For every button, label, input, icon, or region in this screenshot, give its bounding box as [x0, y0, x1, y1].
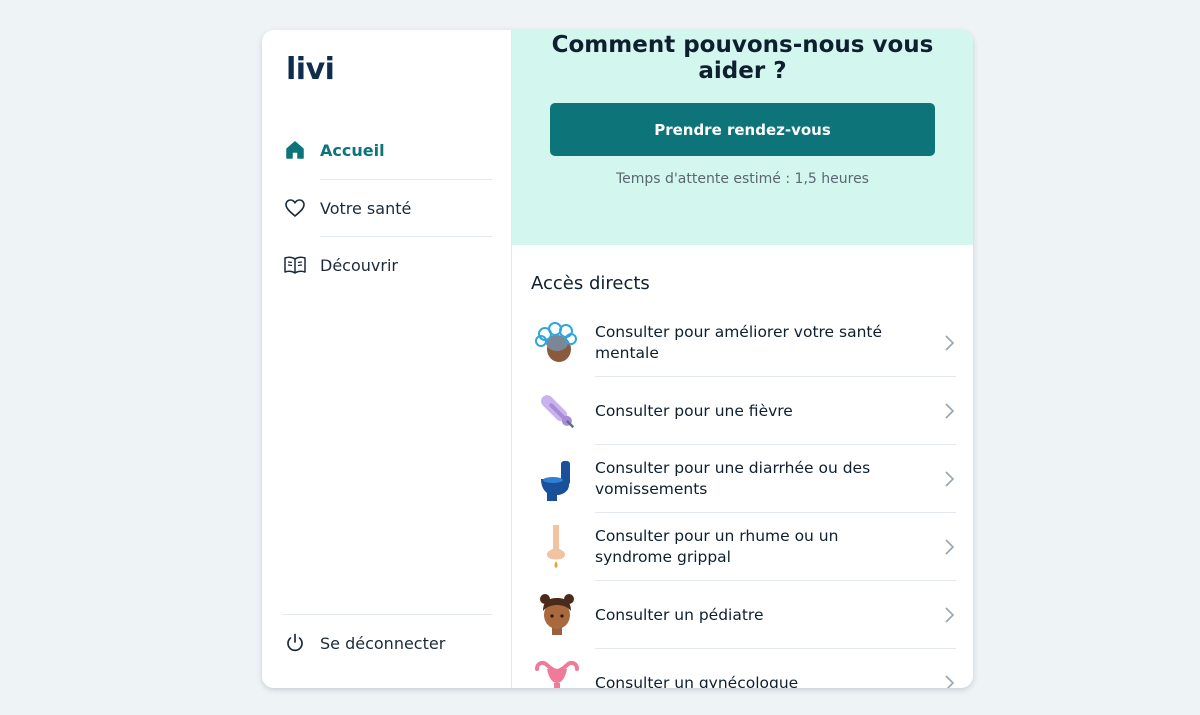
sidebar: livi Accueil Votre santé Découvrir Se dé…	[262, 30, 511, 688]
main-content[interactable]: Comment pouvons-nous vous aider ? Prendr…	[512, 30, 973, 688]
sidebar-item-label: Votre santé	[320, 198, 412, 218]
list-item-diarrhea[interactable]: Consulter pour une diarrhée ou des vomis…	[531, 445, 956, 513]
logout-button[interactable]: Se déconnecter	[282, 615, 494, 671]
sidebar-item-label: Accueil	[320, 140, 385, 160]
power-icon	[282, 630, 308, 656]
thermometer-icon	[541, 395, 575, 429]
heart-icon	[282, 195, 308, 221]
list-item-label: Consulter un pédiatre	[595, 605, 764, 624]
chevron-right-icon	[945, 471, 955, 487]
sidebar-item-accueil[interactable]: Accueil	[282, 122, 494, 178]
chevron-right-icon	[945, 607, 955, 623]
book-icon	[282, 252, 308, 278]
home-icon	[282, 137, 308, 163]
list-item-fever[interactable]: Consulter pour une fièvre	[531, 377, 956, 445]
uterus-icon	[535, 660, 579, 688]
chevron-right-icon	[945, 335, 955, 351]
hero-curve	[512, 215, 973, 236]
livi-logo[interactable]: livi	[286, 52, 335, 87]
nose-icon	[546, 525, 566, 568]
book-appointment-button[interactable]: Prendre rendez-vous	[550, 103, 935, 156]
list-item-mental-health[interactable]: Consulter pour améliorer votre santé men…	[531, 309, 956, 377]
mental-health-icon	[535, 322, 577, 362]
sidebar-item-decouvrir[interactable]: Découvrir	[282, 237, 494, 293]
list-item-gynecologist[interactable]: Consulter un gynécologue	[531, 649, 956, 688]
sidebar-item-votre-sante[interactable]: Votre santé	[282, 180, 494, 236]
direct-access-title: Accès directs	[531, 273, 650, 294]
chevron-right-icon	[945, 539, 955, 555]
chevron-right-icon	[945, 403, 955, 419]
list-item-label: Consulter pour améliorer votre santé men…	[595, 323, 883, 362]
app-window: livi Accueil Votre santé Découvrir Se dé…	[262, 30, 973, 688]
sidebar-item-label: Découvrir	[320, 255, 398, 275]
hero-title: Comment pouvons-nous vous aider ?	[551, 32, 934, 84]
logout-label: Se déconnecter	[320, 633, 446, 653]
list-item-pediatrician[interactable]: Consulter un pédiatre	[531, 581, 956, 649]
list-item-label: Consulter pour une fièvre	[595, 401, 793, 420]
list-item-label: Consulter pour une diarrhée ou des vomis…	[595, 459, 871, 498]
list-item-cold-flu[interactable]: Consulter pour un rhume ou un syndrome g…	[531, 513, 956, 581]
child-icon	[540, 594, 574, 635]
list-item-label: Consulter pour un rhume ou un syndrome g…	[595, 527, 839, 566]
toilet-icon	[541, 461, 570, 501]
list-item-label: Consulter un gynécologue	[595, 673, 799, 689]
wait-time-text: Temps d'attente estimé : 1,5 heures	[616, 171, 869, 187]
chevron-right-icon	[945, 675, 955, 688]
